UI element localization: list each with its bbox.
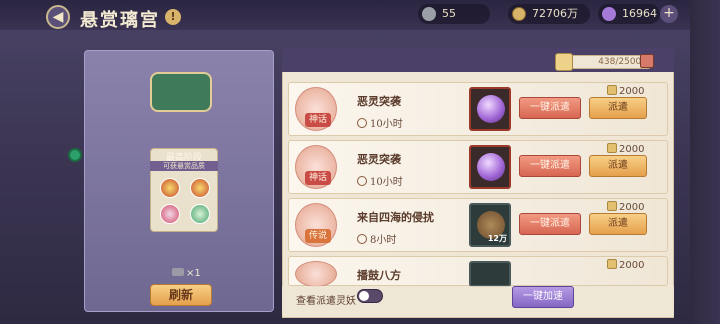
toggle-knob bbox=[359, 291, 369, 301]
token-icon bbox=[607, 259, 617, 269]
mascot-image bbox=[150, 72, 212, 112]
rank-label: 神话 bbox=[305, 113, 331, 127]
bounty-time-value: 10小时 bbox=[370, 119, 403, 130]
dispatch-button[interactable]: 派遣 bbox=[589, 213, 647, 235]
gold-coin-icon bbox=[512, 7, 526, 21]
bounty-badge bbox=[295, 261, 337, 287]
stage-subtitle: 可获悬赏品质 bbox=[150, 161, 218, 171]
resource-gold: 72706万 bbox=[508, 4, 590, 24]
speedup-all-button[interactable]: 一键加速 bbox=[512, 286, 574, 308]
owned-count: ×1 bbox=[172, 268, 201, 279]
reward-amount-value: 2000 bbox=[619, 86, 645, 97]
clock-icon bbox=[357, 118, 367, 128]
token-icon bbox=[555, 53, 573, 71]
auto-dispatch-button[interactable]: 一键派遣 bbox=[519, 155, 581, 177]
bounty-row: 神话 恶灵突袭 10小时 一键派遣 2000 派遣 bbox=[288, 82, 668, 136]
auto-dispatch-button[interactable]: 一键派遣 bbox=[519, 97, 581, 119]
owned-count-value: ×1 bbox=[186, 268, 201, 279]
reward-amount: 2000 bbox=[607, 201, 644, 213]
resource-jade: 16964 bbox=[598, 4, 660, 24]
reward-amount-value: 2000 bbox=[619, 260, 645, 271]
right-edge bbox=[690, 0, 720, 324]
quality-orb-icon bbox=[190, 178, 210, 198]
rank-label: 传说 bbox=[305, 229, 331, 243]
resource-speedup-value: 55 bbox=[442, 7, 456, 20]
bounty-time-value: 8小时 bbox=[370, 235, 397, 246]
reward-item[interactable]: 12万 bbox=[469, 203, 511, 247]
reward-amount: 2000 bbox=[607, 143, 644, 155]
chest-icon[interactable] bbox=[640, 54, 654, 68]
reward-amount-value: 2000 bbox=[619, 144, 645, 155]
reward-item[interactable] bbox=[469, 87, 511, 131]
resource-jade-value: 16964 bbox=[622, 7, 657, 20]
bounty-row: 播鼓八方 2000 bbox=[288, 256, 668, 287]
reward-amount: 2000 bbox=[607, 85, 644, 97]
purple-jade-icon bbox=[602, 7, 616, 21]
crystal-orb-icon bbox=[477, 95, 505, 123]
view-dispatched-label: 查看派遣灵妖 bbox=[296, 296, 356, 307]
bounty-name: 播鼓八方 bbox=[357, 269, 401, 282]
dispatch-button[interactable]: 派遣 bbox=[589, 97, 647, 119]
flower-icon bbox=[70, 150, 80, 160]
item-qty: 12万 bbox=[487, 234, 507, 243]
bounty-time-value: 10小时 bbox=[370, 177, 403, 188]
view-dispatched-toggle[interactable] bbox=[357, 289, 383, 303]
bounty-time: 10小时 bbox=[357, 173, 403, 188]
bounty-name: 来自四海的侵扰 bbox=[357, 211, 434, 224]
reward-amount-value: 2000 bbox=[619, 202, 645, 213]
bounty-name: 恶灵突袭 bbox=[357, 153, 401, 166]
reward-item[interactable] bbox=[469, 261, 511, 287]
token-icon bbox=[607, 143, 617, 153]
reward-item[interactable] bbox=[469, 145, 511, 189]
speedup-scroll-icon bbox=[422, 7, 436, 21]
resource-speedup: 55 bbox=[418, 4, 490, 24]
resource-gold-value: 72706万 bbox=[532, 7, 578, 20]
arrow-left-icon: ◀ bbox=[52, 9, 64, 25]
reward-amount: 2000 bbox=[607, 259, 644, 271]
bounty-row: 传说 来自四海的侵扰 8小时 12万 一键派遣 2000 派遣 bbox=[288, 198, 668, 252]
quality-orb-icon bbox=[190, 204, 210, 224]
clock-icon bbox=[357, 234, 367, 244]
bounty-row: 神话 恶灵突袭 10小时 一键派遣 2000 派遣 bbox=[288, 140, 668, 194]
dispatch-button[interactable]: 派遣 bbox=[589, 155, 647, 177]
bounty-name: 恶灵突袭 bbox=[357, 95, 401, 108]
quality-orb-icon bbox=[160, 204, 180, 224]
back-button[interactable]: ◀ bbox=[46, 5, 70, 29]
refresh-button[interactable]: 刷新 bbox=[150, 284, 212, 306]
info-icon[interactable]: ! bbox=[165, 9, 181, 25]
token-icon bbox=[607, 201, 617, 211]
auto-dispatch-button[interactable]: 一键派遣 bbox=[519, 213, 581, 235]
token-icon bbox=[607, 85, 617, 95]
crystal-orb-icon bbox=[477, 153, 505, 181]
clock-icon bbox=[357, 176, 367, 186]
rank-label: 神话 bbox=[305, 171, 331, 185]
speedup-scroll-icon bbox=[172, 268, 184, 276]
add-currency-button[interactable]: + bbox=[660, 5, 678, 23]
bounty-time: 10小时 bbox=[357, 115, 403, 130]
page-title: 悬赏璃宫 bbox=[80, 10, 160, 31]
bounty-time: 8小时 bbox=[357, 231, 396, 246]
quality-orb-icon bbox=[160, 178, 180, 198]
